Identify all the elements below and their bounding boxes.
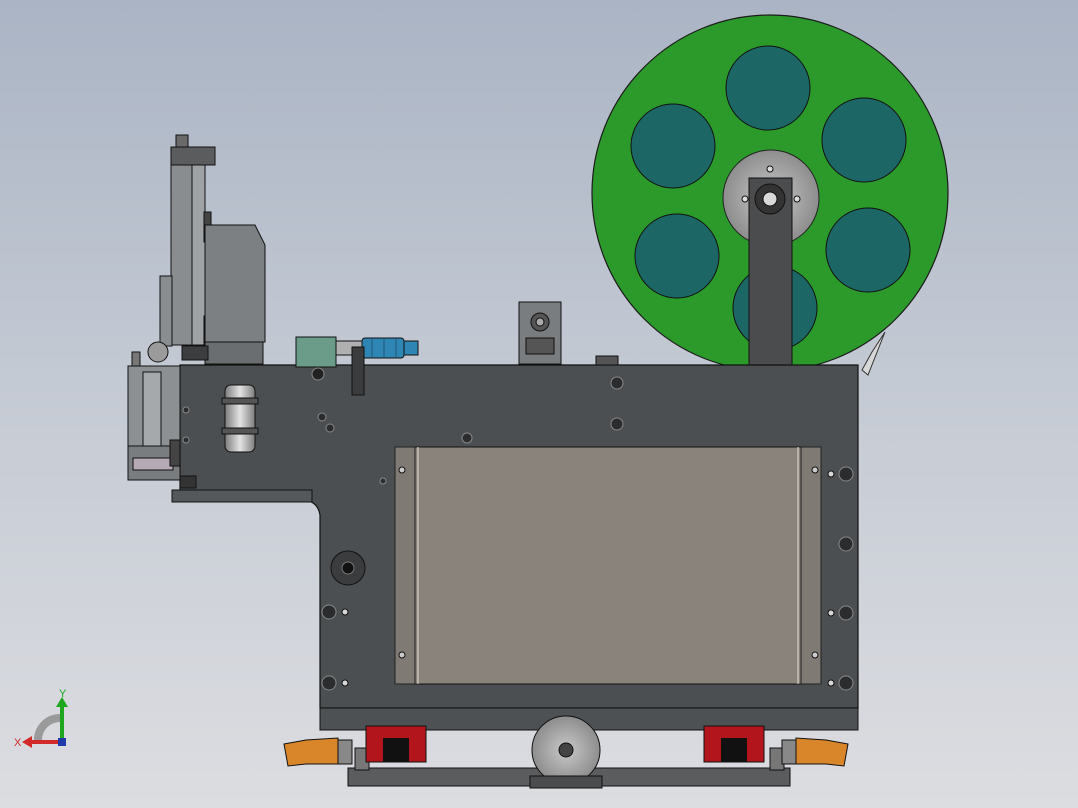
cad-viewport[interactable]: Y X (0, 0, 1078, 808)
guide-roller (221, 384, 259, 453)
reel-hole (634, 213, 720, 299)
reel-hole (825, 207, 911, 293)
drive-wheel (529, 715, 603, 789)
z-axis-dot (58, 738, 66, 746)
reel-hole (821, 97, 907, 183)
labeling-machine-model[interactable] (0, 0, 1078, 808)
cover-panel (394, 446, 822, 685)
x-axis-label: X (14, 737, 22, 749)
orientation-triad: Y X (14, 688, 68, 749)
sensor-bracket (518, 301, 619, 366)
reel-hole (725, 45, 811, 131)
triad-arc (34, 714, 61, 741)
vertical-slide-actuator (147, 134, 266, 365)
idler-roller (330, 550, 366, 586)
y-axis-label: Y (59, 688, 67, 700)
reel-hole (630, 103, 716, 189)
